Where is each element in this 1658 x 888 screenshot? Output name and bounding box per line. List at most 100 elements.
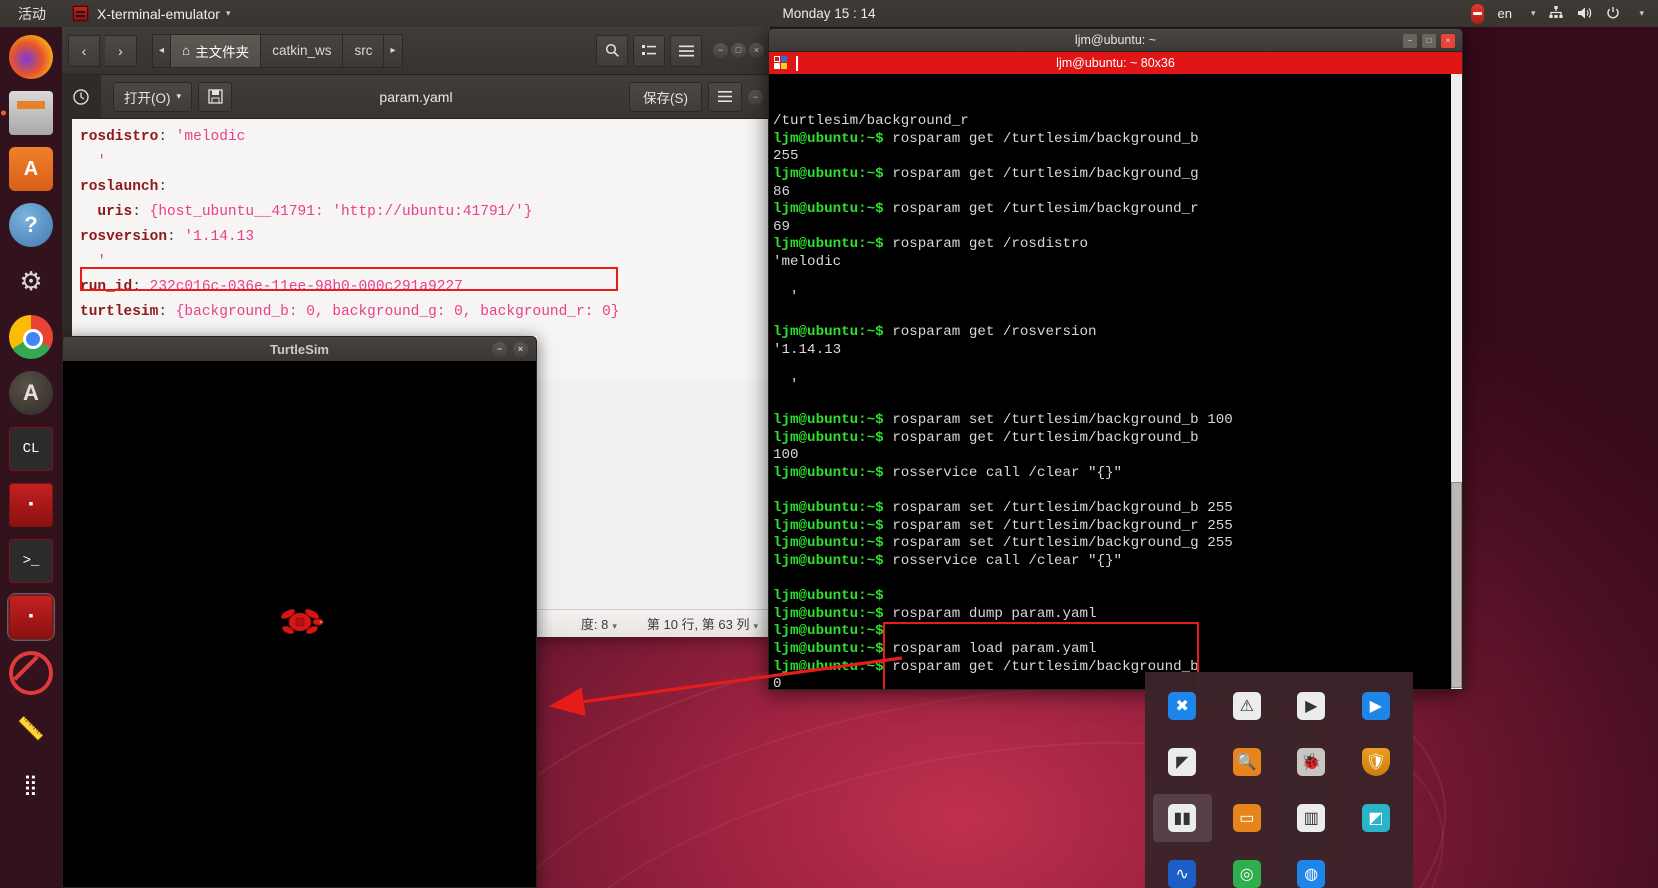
clock[interactable]: Monday 15 : 14: [782, 6, 875, 21]
minimize-button[interactable]: −: [748, 90, 763, 105]
tray-item-disk-tool[interactable]: ◎: [1218, 850, 1277, 888]
breadcrumb-item-catkin-ws[interactable]: catkin_ws: [260, 33, 343, 68]
terminal-command-text: rosparam get /turtlesim/background_b: [883, 429, 1199, 446]
dock-item-ubuntu-software[interactable]: A: [7, 145, 55, 193]
dock-item-measure[interactable]: 📏: [7, 705, 55, 753]
activities-button[interactable]: 活动: [18, 4, 46, 24]
tray-item-media-player[interactable]: ▶: [1347, 682, 1406, 730]
terminal-command-line: ljm@ubuntu:~$ rosparam set /turtlesim/ba…: [773, 412, 1462, 430]
active-app-name[interactable]: X-terminal-emulator: [97, 6, 220, 22]
breadcrumb-next-button[interactable]: ▸: [383, 33, 403, 68]
open-file-button[interactable]: 打开(O) ▾: [113, 81, 193, 112]
dock-item-settings-tools[interactable]: ⚙: [7, 257, 55, 305]
dock-item-chrome[interactable]: [7, 313, 55, 361]
terminal-titlebar[interactable]: ljm@ubuntu: ~ − □ ×: [768, 28, 1463, 52]
tray-item-firewall-shield[interactable]: 🛡: [1347, 738, 1406, 786]
dock-item-clion[interactable]: CL: [7, 425, 55, 473]
breadcrumb-item-home[interactable]: ⌂ 主文件夹: [170, 33, 261, 68]
terminal-prompt: ljm@ubuntu:~$: [773, 623, 884, 640]
tray-item-security-warning[interactable]: ⚠: [1218, 682, 1277, 730]
tab-width-indicator[interactable]: 度: 8 ▾: [581, 614, 617, 633]
maximize-button[interactable]: □: [1422, 34, 1436, 48]
window-controls: − □ ×: [713, 43, 764, 58]
tray-item-debugger-bug[interactable]: 🐞: [1282, 738, 1341, 786]
chevron-down-icon[interactable]: ▾: [1639, 8, 1644, 19]
tray-item-vmware-tools[interactable]: ◤: [1153, 738, 1212, 786]
volume-icon[interactable]: [1577, 6, 1593, 22]
terminal-prompt: ljm@ubuntu:~$: [773, 517, 884, 534]
image-viewer-icon: ◩: [1361, 804, 1390, 832]
maximize-button[interactable]: □: [731, 43, 746, 58]
chevron-down-icon[interactable]: ▾: [1531, 8, 1536, 19]
close-button[interactable]: ×: [749, 43, 764, 58]
terminal-output-line: ': [773, 377, 799, 394]
terminal-scrollbar[interactable]: [1451, 74, 1462, 689]
language-indicator[interactable]: en: [1497, 6, 1511, 21]
network-icon[interactable]: [1548, 5, 1564, 22]
clock-icon[interactable]: [61, 75, 101, 119]
minimize-button[interactable]: −: [713, 43, 728, 58]
dock-item-files[interactable]: [7, 89, 55, 137]
terminal-title: ljm@ubuntu: ~: [1074, 33, 1157, 47]
tray-item-screen-cast[interactable]: ▶: [1282, 682, 1341, 730]
tray-item-bookmarks[interactable]: ▮▮: [1153, 794, 1212, 842]
code-line: rosdistro: 'melodic: [80, 129, 246, 145]
chevron-down-icon: ▾: [176, 91, 182, 101]
terminal-active-icon: ▪: [9, 595, 53, 639]
code-line: rosversion: '1.14.13: [80, 229, 255, 245]
dock-item-terminal-red[interactable]: ▪: [7, 481, 55, 529]
terminal-icon: >_: [9, 539, 53, 583]
save-icon[interactable]: [198, 81, 233, 112]
dock-item-no-entry[interactable]: [7, 649, 55, 697]
dock-item-show-applications[interactable]: ⣿: [7, 761, 55, 809]
application-tray-panel: ✖ ⚠ ▶ ▶ ◤ 🔍 🐞 🛡 ▮▮ ▭ ▥ ◩ ∿ ◎ ◍: [1145, 672, 1413, 888]
tray-item-system-monitor[interactable]: ▥: [1282, 794, 1341, 842]
turtlesim-canvas[interactable]: [62, 361, 537, 888]
cursor-position-label: 第 10 行, 第 63 列: [646, 617, 750, 632]
do-not-disturb-icon[interactable]: [1471, 3, 1485, 24]
close-button[interactable]: ×: [1441, 34, 1455, 48]
breadcrumb-item-src[interactable]: src: [342, 33, 384, 68]
software-updater-icon: A: [9, 371, 53, 415]
terminal-prompt: ljm@ubuntu:~$: [773, 535, 884, 552]
chevron-down-icon[interactable]: ▾: [226, 8, 231, 19]
view-list-icon[interactable]: [633, 34, 665, 67]
hamburger-menu-icon[interactable]: [670, 34, 702, 67]
tray-item-image-viewer[interactable]: ◩: [1347, 794, 1406, 842]
vmware-tools-icon: ◤: [1168, 748, 1197, 776]
turtlesim-titlebar[interactable]: TurtleSim − ×: [62, 336, 537, 361]
bookmarks-icon: ▮▮: [1168, 804, 1197, 832]
minimize-button[interactable]: −: [492, 342, 507, 357]
terminal-output[interactable]: /turtlesim/background_r ljm@ubuntu:~$ ros…: [768, 74, 1463, 690]
power-icon[interactable]: [1606, 6, 1620, 22]
back-button[interactable]: ‹: [68, 34, 100, 67]
editor-code[interactable]: rosdistro: 'melodic ' roslaunch: uris: {h…: [72, 119, 770, 325]
terminal-command-line: ljm@ubuntu:~$ rosparam get /turtlesim/ba…: [773, 430, 1462, 448]
save-button[interactable]: 保存(S): [629, 81, 702, 112]
dock-item-terminal-active[interactable]: ▪: [7, 593, 55, 641]
tray-item-network-monitor[interactable]: ∿: [1153, 850, 1212, 888]
dock-item-help[interactable]: ?: [7, 201, 55, 249]
minimize-button[interactable]: −: [1403, 34, 1417, 48]
editor-toolbar: 打开(O) ▾ param.yaml 保存(S) −: [61, 75, 770, 119]
close-button[interactable]: ×: [513, 342, 528, 357]
tray-item-bluetooth[interactable]: ✖: [1153, 682, 1212, 730]
tray-item-settings-circle[interactable]: ◍: [1282, 850, 1341, 888]
cursor-position-indicator[interactable]: 第 10 行, 第 63 列 ▾: [647, 614, 758, 633]
terminal-tab-label[interactable]: ljm@ubuntu: ~ 80x36: [1056, 56, 1175, 70]
hamburger-menu-icon[interactable]: [708, 81, 742, 112]
terminal-command-text: rosparam get /rosdistro: [883, 236, 1089, 253]
tray-item-window-manager[interactable]: ▭: [1218, 794, 1277, 842]
tray-item-search[interactable]: 🔍: [1218, 738, 1277, 786]
dock-item-terminal[interactable]: >_: [7, 537, 55, 585]
search-icon[interactable]: [596, 34, 628, 67]
top-panel: 活动 X-terminal-emulator ▾ Monday 15 : 14 …: [0, 0, 1658, 27]
terminal-scrollbar-thumb[interactable]: [1451, 482, 1462, 688]
dock-item-software-updater[interactable]: A: [7, 369, 55, 417]
terminal-command-line: ljm@ubuntu:~$ rosparam get /rosdistro: [773, 236, 1462, 254]
forward-button[interactable]: ›: [105, 34, 137, 67]
dock-item-firefox[interactable]: [7, 33, 55, 81]
breadcrumb-prev-button[interactable]: ◂: [152, 33, 171, 68]
